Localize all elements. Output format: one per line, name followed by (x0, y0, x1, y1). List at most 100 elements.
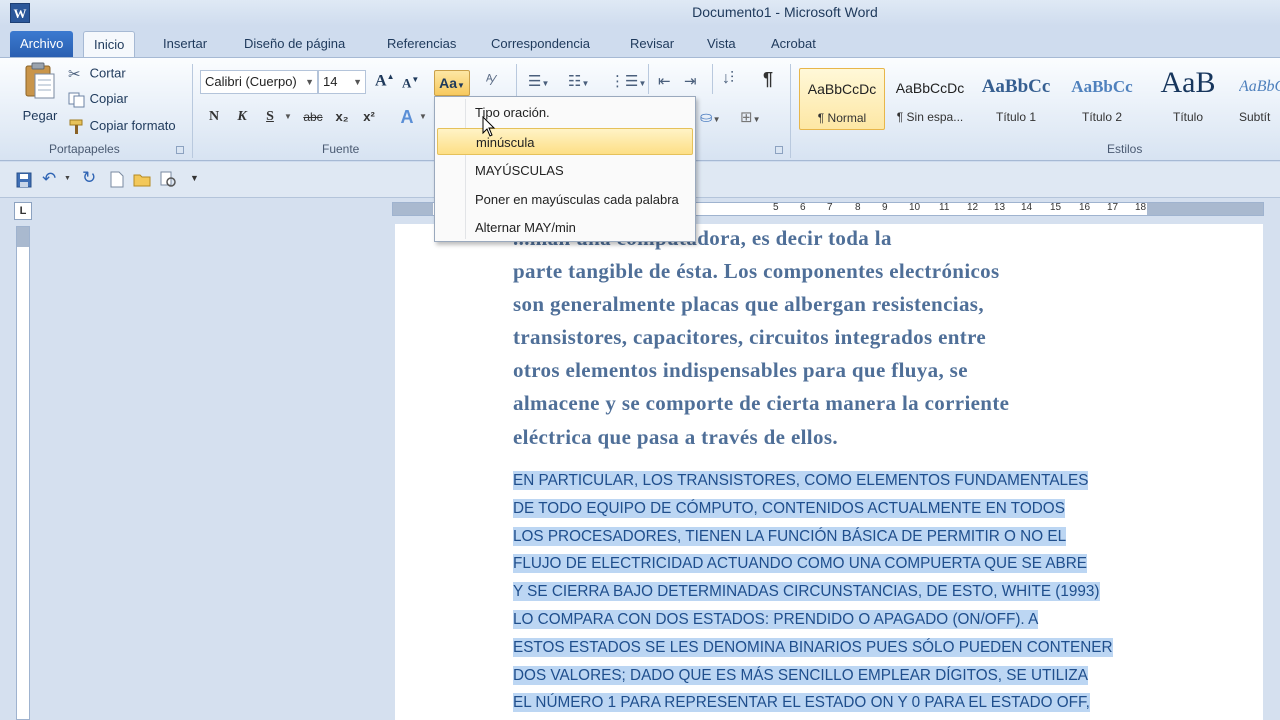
grow-font-button[interactable]: A▲ (375, 72, 394, 90)
tab-correspondencia[interactable]: Correspondencia (481, 31, 600, 57)
menu-item-lowercase[interactable]: minúscula (437, 128, 693, 155)
style-titulo-2[interactable]: AaBbCc Título 2 (1059, 68, 1145, 130)
style-subtitulo[interactable]: AaBbCc Subtít (1231, 68, 1280, 130)
selected-text-line: FLUJO DE ELECTRICIDAD ACTUANDO COMO UNA … (513, 554, 1088, 574)
undo-icon[interactable]: ↶ (42, 169, 56, 189)
ruler-number: 17 (1107, 202, 1119, 213)
ruler-margin-right (1147, 203, 1263, 215)
clipboard-launcher-icon[interactable] (176, 146, 184, 154)
chevron-down-icon[interactable]: ▼ (64, 175, 71, 182)
font-name-value: Calibri (Cuerpo) (205, 74, 297, 89)
selected-text-line: ESTOS ESTADOS SE LES DENOMINA BINARIOS P… (513, 637, 1113, 657)
tab-archivo[interactable]: Archivo (10, 31, 74, 57)
text-line: almacene y se comporte de cierta manera … (513, 391, 1010, 416)
multilevel-button[interactable]: ⋮☰▼ (610, 72, 646, 90)
style-titulo-1[interactable]: AaBbCc Título 1 (973, 68, 1059, 130)
chevron-down-icon[interactable]: ▼ (419, 112, 427, 121)
borders-button[interactable]: ⊞▼ (740, 108, 761, 126)
chevron-down-icon[interactable]: ▼ (284, 112, 292, 121)
bullets-button[interactable]: ☰▼ (528, 72, 549, 90)
new-document-icon[interactable] (110, 171, 124, 188)
menu-item-toggle-case[interactable]: Alternar MAY/min (437, 214, 693, 241)
selected-text-line: DE TODO EQUIPO DE CÓMPUTO, CONTENIDOS AC… (513, 498, 1065, 518)
copy-button[interactable]: Copiar (68, 91, 128, 108)
paste-button[interactable]: Pegar (20, 62, 60, 134)
save-icon[interactable] (16, 172, 32, 188)
style-preview: AaB (1160, 66, 1216, 99)
numbering-button[interactable]: ☷▼ (568, 72, 589, 90)
tab-referencias[interactable]: Referencias (377, 31, 466, 57)
numbering-icon: ☷ (568, 73, 582, 90)
clipboard-icon (25, 62, 55, 99)
copy-label: Copiar (89, 91, 128, 106)
tab-selector[interactable]: L (14, 202, 32, 220)
selected-text-line: EL NÚMERO 1 PARA REPRESENTAR EL ESTADO O… (513, 693, 1090, 713)
paragraph-2-selected[interactable]: EN PARTICULAR, LOS TRANSISTORES, COMO EL… (513, 467, 1145, 717)
redo-icon[interactable]: ↻ (82, 168, 96, 188)
print-preview-icon[interactable] (159, 171, 177, 188)
format-painter-button[interactable]: Copiar formato (68, 118, 176, 135)
show-marks-button[interactable]: ¶ (763, 69, 773, 90)
tab-acrobat[interactable]: Acrobat (761, 31, 826, 57)
style-name: Subtít (1239, 110, 1271, 124)
shrink-font-label: A (402, 75, 412, 91)
tab-diseno[interactable]: Diseño de página (234, 31, 355, 57)
font-name-select[interactable]: Calibri (Cuerpo) ▼ (200, 70, 318, 94)
decrease-indent-button[interactable]: ⇤ (658, 72, 671, 90)
ruler-number: 7 (827, 202, 833, 213)
change-case-button[interactable]: Aa▼ (434, 70, 470, 96)
change-case-label: Aa (439, 75, 457, 91)
open-folder-icon[interactable] (133, 172, 151, 187)
clear-format-button[interactable]: ᴬ⁄ (486, 72, 495, 89)
selected-text-line: Y SE CIERRA BAJO DETERMINADAS CIRCUNSTAN… (513, 582, 1100, 602)
font-size-select[interactable]: 14 ▼ (318, 70, 366, 94)
text-effects-button[interactable]: A (396, 106, 418, 128)
menu-item-capitalize-words[interactable]: Poner en mayúsculas cada palabra (437, 186, 693, 213)
cut-button[interactable]: ✂ Cortar (68, 65, 126, 83)
borders-icon: ⊞ (740, 109, 753, 126)
eraser-icon: ᴬ⁄ (486, 72, 496, 89)
ruler-number: 9 (882, 202, 888, 213)
customize-toolbar-icon[interactable]: ▼ (190, 173, 199, 183)
tab-vista[interactable]: Vista (697, 31, 746, 57)
text-line: parte tangible de ésta. Los componentes … (513, 259, 1000, 284)
italic-button[interactable]: K (231, 106, 253, 128)
paragraph-launcher-icon[interactable] (775, 146, 783, 154)
group-divider (790, 64, 791, 158)
multilevel-list-icon: ⋮☰ (610, 73, 639, 90)
shading-button[interactable]: ⛀▼ (700, 108, 721, 126)
indent-icon: ⇥ (684, 73, 697, 90)
scissors-icon: ✂ (68, 66, 81, 83)
increase-indent-button[interactable]: ⇥ (684, 72, 697, 90)
superscript-button[interactable]: x² (358, 106, 380, 128)
grow-font-label: A (375, 72, 387, 90)
style-preview: AaBbCcDc (895, 80, 965, 96)
style-titulo[interactable]: AaB Título (1145, 66, 1231, 130)
strikethrough-button[interactable]: abc (299, 106, 327, 128)
styles-group-label: Estilos (1107, 142, 1143, 156)
style-normal[interactable]: AaBbCcDc ¶ Normal (799, 68, 885, 130)
underline-button[interactable]: S (259, 106, 281, 128)
style-name: ¶ Sin espa... (896, 110, 964, 124)
ruler-number: 12 (967, 202, 979, 213)
style-sin-espaciado[interactable]: AaBbCcDc ¶ Sin espa... (887, 68, 973, 130)
text-line: eléctrica que pasa a través de ellos. (513, 424, 838, 449)
shrink-font-button[interactable]: A▼ (402, 75, 419, 91)
menu-item-uppercase[interactable]: MAYÚSCULAS (437, 157, 693, 184)
group-divider (712, 64, 713, 94)
ruler-number: 8 (855, 202, 861, 213)
menu-item-sentence-case[interactable]: Tipo oración. (437, 99, 693, 126)
vertical-ruler: L (10, 198, 34, 720)
sort-button[interactable]: ↓⫶ (722, 70, 734, 88)
tab-revisar[interactable]: Revisar (620, 31, 684, 57)
style-preview: AaBbCc (1239, 78, 1280, 95)
bold-button[interactable]: N (203, 106, 225, 128)
ruler-margin-left (393, 203, 433, 215)
document-page[interactable]: ...man una computadora, es decir toda la… (395, 224, 1263, 720)
subscript-button[interactable]: x₂ (331, 106, 353, 128)
title-bar: W Documento1 - Microsoft Word (0, 0, 1280, 26)
tab-inicio[interactable]: Inicio (83, 31, 136, 59)
paragraph-1[interactable]: ...man una computadora, es decir toda la… (513, 222, 1133, 454)
ruler-number: 5 (773, 202, 779, 213)
tab-insertar[interactable]: Insertar (153, 31, 217, 57)
